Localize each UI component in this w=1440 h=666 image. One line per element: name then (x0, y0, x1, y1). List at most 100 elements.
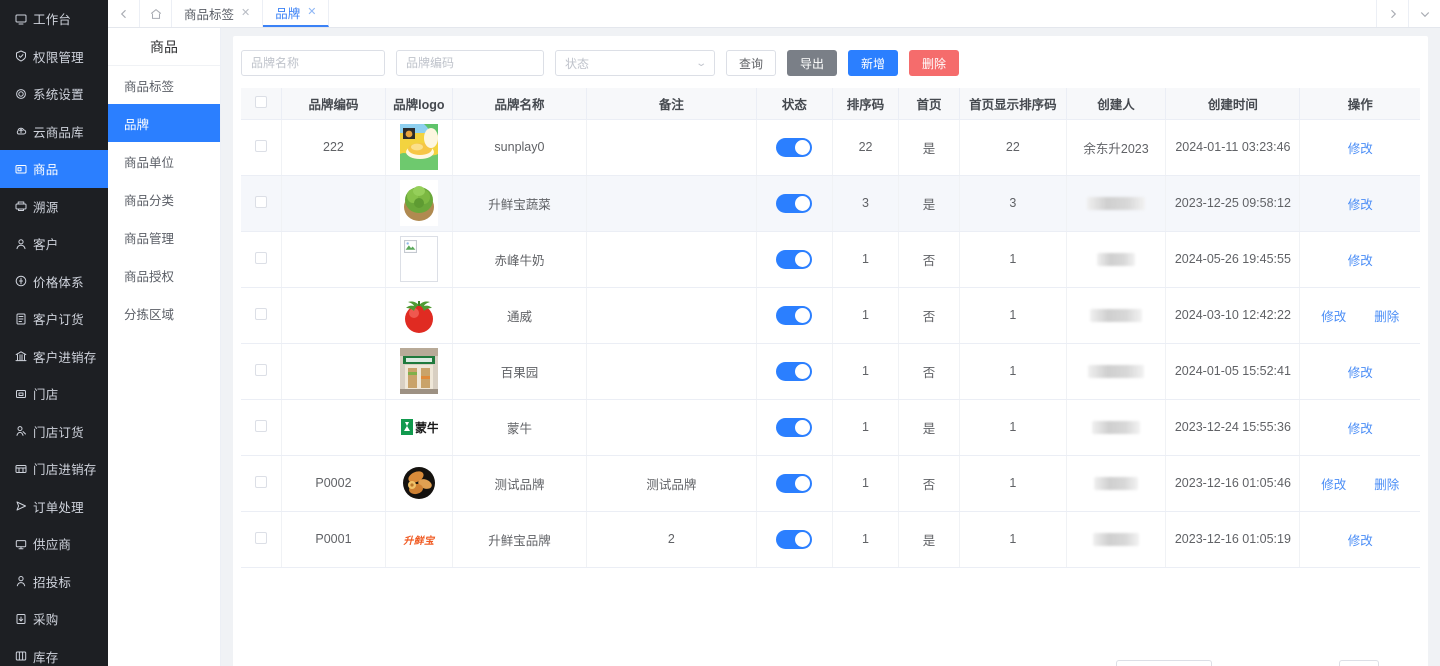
sidebar-item-8[interactable]: 客户订货 (0, 300, 108, 338)
sub-sidebar-item-1[interactable]: 品牌 (108, 104, 220, 142)
brand-code-input[interactable] (396, 50, 544, 76)
sidebar-item-2[interactable]: 系统设置 (0, 75, 108, 113)
brand-name-input[interactable] (241, 50, 385, 76)
status-cell (756, 455, 833, 512)
table-row[interactable]: 升鲜宝蔬菜 3 是 3 2023-12-25 09:58:12 修改 (241, 175, 1420, 232)
sub-sidebar-item-0[interactable]: 商品标签 (108, 66, 220, 104)
edit-link[interactable]: 修改 (1321, 478, 1346, 492)
chevron-right-icon[interactable] (1376, 0, 1408, 27)
tab-0[interactable]: 商品标签 ✕ (172, 0, 264, 27)
query-button[interactable]: 查询 (726, 50, 777, 76)
row-checkbox[interactable] (255, 251, 268, 264)
status-toggle[interactable] (776, 417, 813, 437)
row-checkbox[interactable] (255, 419, 268, 432)
chevron-left-icon[interactable] (108, 0, 140, 27)
status-toggle[interactable] (776, 249, 813, 269)
table-row[interactable]: P0002 测试品牌 测试品牌 1 否 1 2023-12-16 01:05:46 修改 删除 (241, 455, 1420, 512)
sidebar-item-13[interactable]: 订单处理 (0, 488, 108, 526)
page-size-select[interactable]: 10条/页 ⌄ (1115, 660, 1212, 666)
sidebar-item-3[interactable]: 云商品库 (0, 113, 108, 151)
table-row[interactable]: 赤峰牛奶 1 否 1 2024-05-26 19:45:55 修改 (241, 231, 1420, 288)
add-button[interactable]: 新增 (848, 50, 899, 76)
brand-table: 品牌编码 品牌logo 品牌名称 备注 状态 排序码 首页 首页显示排序码 创建人 创建时间 操作 … (241, 88, 1420, 568)
sidebar-item-0[interactable]: 工作台 (0, 0, 108, 38)
sidebar-item-9[interactable]: 客户进销存 (0, 338, 108, 376)
table-row[interactable]: 百果园 1 否 1 2024-01-05 15:52:41 修改 (241, 343, 1420, 400)
row-checkbox[interactable] (255, 195, 268, 208)
row-checkbox[interactable] (255, 531, 268, 544)
homepage-cell: 是 (898, 399, 961, 456)
sidebar-item-11[interactable]: 门店订货 (0, 413, 108, 451)
sidebar-item-4[interactable]: 商品 (0, 150, 108, 188)
sub-sidebar-item-6[interactable]: 分拣区域 (108, 294, 220, 332)
brand-table-wrap: 品牌编码 品牌logo 品牌名称 备注 状态 排序码 首页 首页显示排序码 创建人 创建时间 操作 … (233, 88, 1428, 568)
homepage-sort-cell: 1 (959, 455, 1067, 512)
status-toggle[interactable] (776, 473, 813, 493)
sidebar-item-label: 订单处理 (33, 500, 84, 515)
status-toggle[interactable] (776, 305, 813, 325)
goto-page-input[interactable] (1339, 660, 1380, 666)
actions-cell: 修改 (1299, 231, 1420, 288)
sidebar-item-10[interactable]: 门店 (0, 375, 108, 413)
sidebar-item-16[interactable]: 采购 (0, 600, 108, 638)
table-header-row: 品牌编码 品牌logo 品牌名称 备注 状态 排序码 首页 首页显示排序码 创建人 创建时间 操作 (241, 88, 1420, 120)
toggle-knob (795, 195, 811, 211)
select-all-checkbox[interactable] (255, 95, 268, 108)
home-icon[interactable] (140, 0, 172, 27)
table-row[interactable]: P0001 升鲜宝 升鲜宝品牌 2 1 是 1 2023-12-16 01:05:19 修改 (241, 511, 1420, 568)
sort-code-cell: 1 (832, 511, 900, 568)
store-stock-icon (14, 462, 27, 475)
edit-link[interactable]: 修改 (1348, 198, 1373, 212)
delete-link[interactable]: 删除 (1374, 478, 1399, 492)
delete-link[interactable]: 删除 (1374, 310, 1399, 324)
row-checkbox[interactable] (255, 139, 268, 152)
edit-link[interactable]: 修改 (1348, 366, 1373, 380)
sub-sidebar-item-label: 品牌 (124, 117, 150, 132)
tab-1[interactable]: 品牌 ✕ (263, 0, 330, 27)
close-icon[interactable]: ✕ (307, 7, 316, 18)
sidebar-item-17[interactable]: 库存 (0, 638, 108, 666)
sidebar-item-12[interactable]: 门店进销存 (0, 450, 108, 488)
sub-sidebar-item-2[interactable]: 商品单位 (108, 142, 220, 180)
brand-code-cell (281, 175, 386, 232)
monitor-icon (14, 12, 27, 25)
column-header-11: 操作 (1299, 88, 1420, 120)
edit-link[interactable]: 修改 (1348, 254, 1373, 268)
sidebar-item-6[interactable]: 客户 (0, 225, 108, 263)
sub-sidebar-item-3[interactable]: 商品分类 (108, 180, 220, 218)
edit-link[interactable]: 修改 (1348, 534, 1373, 548)
close-icon[interactable]: ✕ (241, 8, 250, 19)
table-row[interactable]: 222 sunplay0 22 是 22 余东升2023 2024-01-11 03:23:… (241, 119, 1420, 176)
table-row[interactable]: 蒙牛 蒙牛 1 是 1 2023-12-24 15:55:36 修改 (241, 399, 1420, 456)
sidebar-item-1[interactable]: 权限管理 (0, 38, 108, 76)
sidebar-item-5[interactable]: 溯源 (0, 188, 108, 226)
brand-name-cell: 升鲜宝品牌 (452, 511, 588, 568)
status-toggle[interactable] (776, 137, 813, 157)
order-icon (14, 312, 27, 325)
sidebar-item-label: 招投标 (33, 575, 72, 590)
column-header-3: 品牌名称 (452, 88, 588, 120)
status-toggle[interactable] (776, 361, 813, 381)
homepage-cell: 是 (898, 511, 961, 568)
sub-sidebar-item-5[interactable]: 商品授权 (108, 256, 220, 294)
sub-sidebar-item-4[interactable]: 商品管理 (108, 218, 220, 256)
chevron-down-icon[interactable] (1408, 0, 1440, 27)
actions-cell: 修改 (1299, 511, 1420, 568)
row-checkbox[interactable] (255, 475, 268, 488)
homepage-cell: 否 (898, 287, 961, 344)
status-toggle[interactable] (776, 193, 813, 213)
row-checkbox[interactable] (255, 307, 268, 320)
row-checkbox[interactable] (255, 363, 268, 376)
sidebar-item-label: 供应商 (33, 538, 72, 553)
sidebar-item-7[interactable]: 价格体系 (0, 263, 108, 301)
sidebar-item-15[interactable]: 招投标 (0, 563, 108, 601)
edit-link[interactable]: 修改 (1348, 422, 1373, 436)
edit-link[interactable]: 修改 (1321, 310, 1346, 324)
status-select[interactable]: 状态 ⌄ (555, 50, 715, 76)
export-button[interactable]: 导出 (787, 50, 838, 76)
sidebar-item-14[interactable]: 供应商 (0, 525, 108, 563)
edit-link[interactable]: 修改 (1348, 142, 1373, 156)
status-toggle[interactable] (776, 529, 813, 549)
delete-button[interactable]: 删除 (909, 50, 960, 76)
table-row[interactable]: 通威 1 否 1 2024-03-10 12:42:22 修改 删除 (241, 287, 1420, 344)
